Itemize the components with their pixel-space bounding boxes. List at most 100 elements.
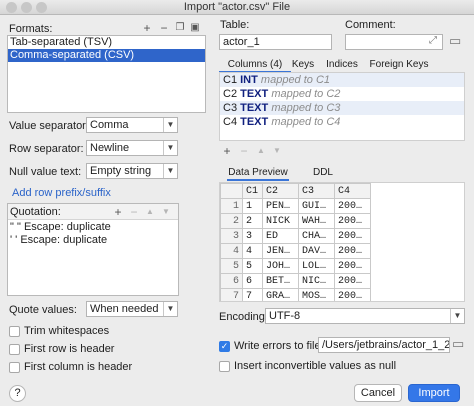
columns-list[interactable]: C1 INT mapped to C1 C2 TEXT mapped to C2… xyxy=(219,72,465,141)
trim-whitespaces-checkbox[interactable] xyxy=(9,326,20,337)
add-column-icon[interactable]: + xyxy=(221,145,233,157)
quote-values-select[interactable]: When needed ▼ xyxy=(86,301,178,317)
column-header[interactable]: C3 xyxy=(298,183,335,199)
cell: ED xyxy=(262,228,299,244)
move-up-icon[interactable]: ▲ xyxy=(144,206,156,218)
column-header[interactable]: C1 xyxy=(242,183,263,199)
write-errors-checkbox[interactable]: ✓ xyxy=(219,341,230,352)
insert-inconvertible-label: Insert inconvertible values as null xyxy=(234,360,397,372)
tab-ddl-preview[interactable]: DDL Preview xyxy=(295,165,351,194)
remove-quotation-icon[interactable]: − xyxy=(128,206,140,218)
zoom-window-button[interactable] xyxy=(36,2,47,13)
column-row[interactable]: C1 INT mapped to C1 xyxy=(220,73,464,87)
column-type: TEXT xyxy=(240,116,269,128)
row-number: 4 xyxy=(220,243,243,259)
cell: 7 xyxy=(242,288,263,301)
column-type: TEXT xyxy=(240,102,269,114)
column-header[interactable]: C2 xyxy=(262,183,299,199)
quote-chars: " " xyxy=(10,221,21,233)
quote-values-label: Quote values: xyxy=(9,304,77,316)
chevron-down-icon: ▼ xyxy=(163,164,177,178)
expand-icon[interactable]: ⤢ xyxy=(429,35,437,46)
insert-inconvertible-checkbox[interactable] xyxy=(219,361,230,372)
copy-format-icon[interactable]: ❐ xyxy=(174,22,186,34)
first-row-header-checkbox[interactable] xyxy=(9,344,20,355)
table-row[interactable]: 3 3 ED CHA… 200… xyxy=(220,228,371,244)
cell: 4 xyxy=(242,243,263,259)
add-row-prefix-link[interactable]: Add row prefix/suffix xyxy=(12,187,111,199)
tab-data-preview[interactable]: Data Preview xyxy=(227,165,289,181)
folder-icon[interactable]: ▭ xyxy=(449,34,461,48)
formats-list[interactable]: Tab-separated (TSV) Comma-separated (CSV… xyxy=(7,35,206,113)
column-row[interactable]: C2 TEXT mapped to C2 xyxy=(220,87,464,101)
table-row[interactable]: 2 2 NICK WAH… 200… xyxy=(220,213,371,229)
row-separator-select[interactable]: Newline ▼ xyxy=(86,140,178,156)
column-name: C4 xyxy=(223,116,238,128)
move-down-icon[interactable]: ▼ xyxy=(160,206,172,218)
quotation-header: Quotation: + − ▲ ▼ xyxy=(8,204,178,220)
row-number: 5 xyxy=(220,258,243,274)
column-header[interactable]: C4 xyxy=(334,183,371,199)
chevron-down-icon: ▼ xyxy=(163,302,177,316)
format-item-csv[interactable]: Comma-separated (CSV) xyxy=(8,49,205,62)
format-item-tsv[interactable]: Tab-separated (TSV) xyxy=(8,36,205,49)
null-value-label: Null value text: xyxy=(9,166,82,178)
move-column-up-icon[interactable]: ▲ xyxy=(255,145,267,157)
cell: MOS… xyxy=(298,288,335,301)
data-preview-grid[interactable]: C1 C2 C3 C4 1 1 PEN… GUI… 200… 2 2 NICK WAH… 200… xyxy=(219,182,465,302)
quotation-item[interactable]: " " Escape: duplicate xyxy=(8,221,178,234)
remove-format-icon[interactable]: − xyxy=(158,22,170,34)
value-separator-select[interactable]: Comma ▼ xyxy=(86,117,178,133)
column-mapping: mapped to C3 xyxy=(271,102,341,114)
error-file-path-input[interactable]: /Users/jetbrains/actor_1_2020 xyxy=(318,337,450,353)
first-column-header-checkbox[interactable] xyxy=(9,362,20,373)
table-row[interactable]: 6 6 BET… NIC… 200… xyxy=(220,273,371,289)
cell: DAV… xyxy=(298,243,335,259)
tab-columns[interactable]: Columns (4) xyxy=(219,57,291,73)
cell: 200… xyxy=(334,213,371,229)
cell: 200… xyxy=(334,243,371,259)
cell: 3 xyxy=(242,228,263,244)
close-window-button[interactable] xyxy=(6,2,17,13)
folder-icon[interactable]: ▭ xyxy=(452,337,464,351)
chevron-down-icon: ▼ xyxy=(163,118,177,132)
table-row[interactable]: 5 5 JOH… LOL… 200… xyxy=(220,258,371,274)
cell: BET… xyxy=(262,273,299,289)
help-button[interactable]: ? xyxy=(9,385,26,402)
cell: LOL… xyxy=(298,258,335,274)
row-separator-value: Newline xyxy=(90,142,130,154)
column-row[interactable]: C4 TEXT mapped to C4 xyxy=(220,115,464,129)
column-name: C1 xyxy=(223,74,238,86)
remove-column-icon[interactable]: − xyxy=(238,145,250,157)
add-quotation-icon[interactable]: + xyxy=(112,206,124,218)
cell: NICK xyxy=(262,213,299,229)
cell: 200… xyxy=(334,273,371,289)
row-separator-label: Row separator: xyxy=(9,143,84,155)
quotation-item[interactable]: ' ' Escape: duplicate xyxy=(8,234,178,247)
encoding-select[interactable]: UTF-8 ▼ xyxy=(265,308,465,324)
write-errors-label: Write errors to file: xyxy=(234,340,324,352)
save-format-icon[interactable]: ▣ xyxy=(189,22,201,34)
column-mapping: mapped to C1 xyxy=(260,74,331,86)
table-label: Table: xyxy=(220,19,250,31)
null-value-select[interactable]: Empty string ▼ xyxy=(86,163,178,179)
table-row[interactable]: 7 7 GRA… MOS… 200… xyxy=(220,288,371,301)
tab-foreign-keys[interactable]: Foreign Keys xyxy=(369,57,429,73)
cell: 5 xyxy=(242,258,263,274)
tab-indices[interactable]: Indices xyxy=(325,57,359,73)
quotation-panel: Quotation: + − ▲ ▼ " " Escape: duplicate… xyxy=(7,203,179,296)
trim-whitespaces-label: Trim whitespaces xyxy=(24,325,110,337)
add-format-icon[interactable]: + xyxy=(141,22,153,34)
table-name-input[interactable]: actor_1 xyxy=(219,34,332,50)
import-button[interactable]: Import xyxy=(408,384,460,402)
cancel-button[interactable]: Cancel xyxy=(354,384,402,402)
tab-keys[interactable]: Keys xyxy=(291,57,315,73)
table-row[interactable]: 1 1 PEN… GUI… 200… xyxy=(220,198,371,214)
row-number: 6 xyxy=(220,273,243,289)
minimize-window-button[interactable] xyxy=(21,2,32,13)
table-row[interactable]: 4 4 JEN… DAV… 200… xyxy=(220,243,371,259)
quotation-list[interactable]: " " Escape: duplicate ' ' Escape: duplic… xyxy=(8,221,178,247)
column-row[interactable]: C3 TEXT mapped to C3 xyxy=(220,101,464,115)
move-column-down-icon[interactable]: ▼ xyxy=(271,145,283,157)
chevron-down-icon: ▼ xyxy=(163,141,177,155)
